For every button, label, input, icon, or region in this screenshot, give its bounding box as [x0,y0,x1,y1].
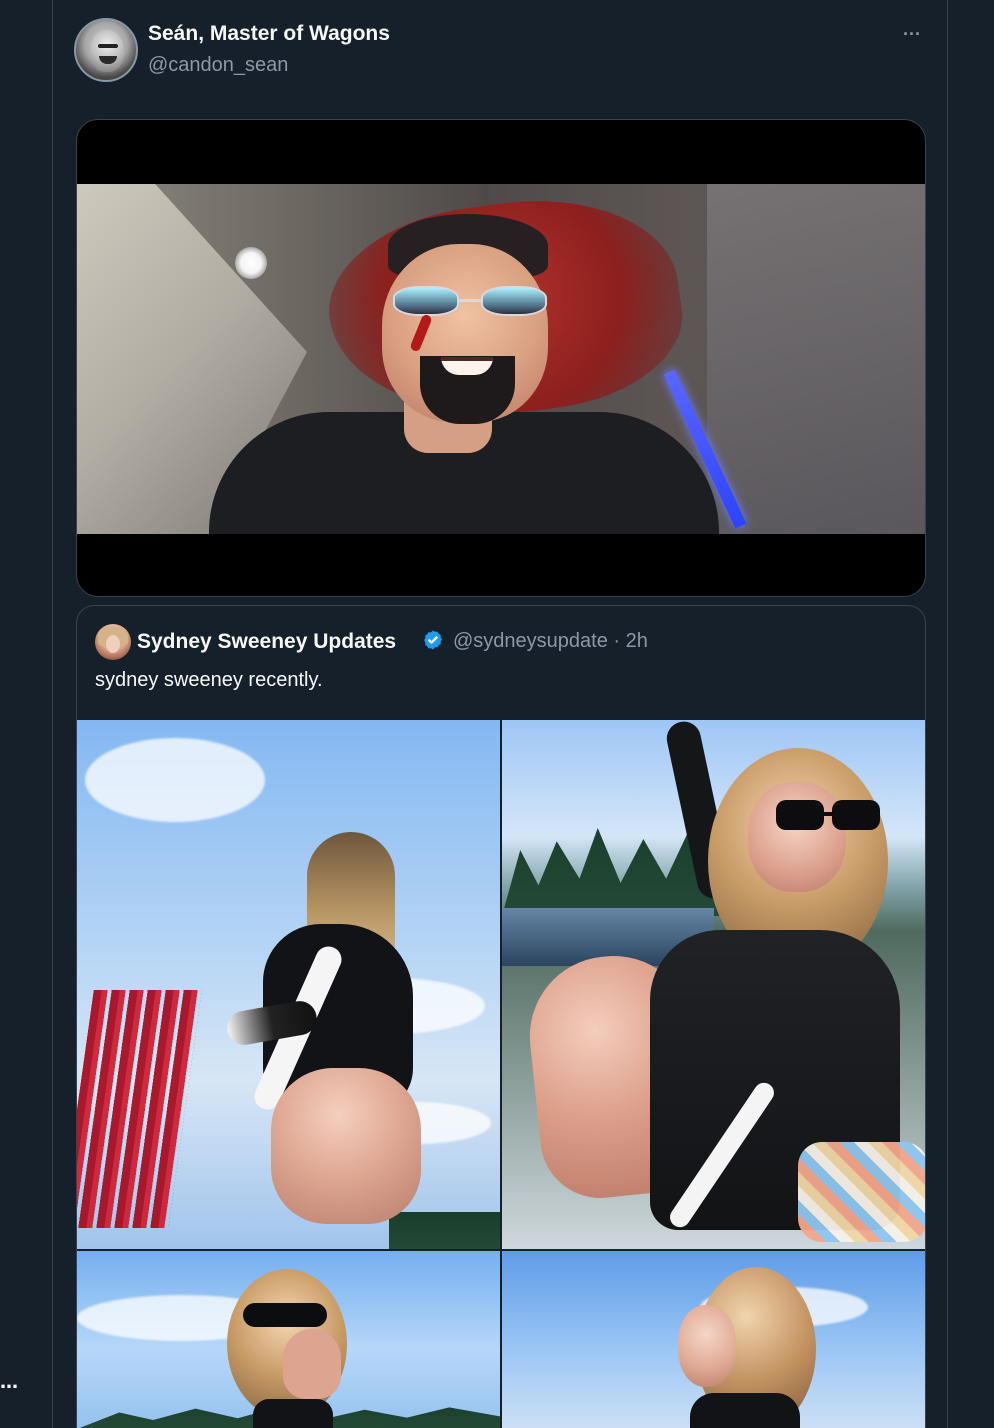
person-photo-icon [670,1267,816,1428]
quoted-tweet-text: sydney sweeney recently. [95,669,323,691]
right-lens [481,286,547,316]
person-photo-icon [227,1269,347,1428]
body-icon [271,1068,421,1224]
video-wall-right [707,184,925,534]
sunglasses-icon [391,286,555,320]
quoted-timestamp[interactable]: 2h [626,630,648,652]
avatar-face-icon [90,30,124,72]
cloud-icon [85,738,265,822]
quoted-meta: @sydneysupdate · 2h [453,630,648,653]
swimsuit-icon [253,1399,333,1428]
verified-badge-icon [424,630,442,650]
author-handle[interactable]: @candon_sean [148,54,288,77]
quoted-tweet-card[interactable]: Sydney Sweeney Updates @sydneysupdate · … [76,605,926,1428]
photo-tile-4[interactable] [502,1251,925,1428]
author-name[interactable]: Seán, Master of Wagons [148,22,390,46]
video-card[interactable] [76,119,926,597]
light-icon [235,247,267,279]
quoted-author-name[interactable]: Sydney Sweeney Updates [137,630,396,654]
sunglasses-icon [243,1303,327,1327]
media-grid[interactable] [77,720,925,1428]
swimsuit-icon [690,1393,800,1428]
face-icon [678,1305,736,1387]
towel-icon [798,1142,925,1242]
meta-separator: · [613,630,626,652]
avatar-eyes-icon [98,44,118,48]
photo-tile-2[interactable] [502,720,925,1249]
rope-icon [77,990,202,1228]
hand-icon [283,1329,341,1399]
right-lens [832,800,880,830]
photo-tile-1[interactable] [77,720,500,1249]
author-avatar[interactable] [74,18,138,82]
page: … Seán, Master of Wagons @candon_sean ··… [0,0,994,1428]
glasses-bridge [458,299,482,302]
person-front-icon [521,720,925,1249]
face-icon [748,782,846,892]
left-lens [776,800,824,830]
left-lens [393,286,459,316]
video-frame [77,184,925,534]
quoted-author-handle[interactable]: @sydneysupdate [453,630,608,652]
more-options-button[interactable]: ··· [898,22,926,46]
person-back-icon [224,832,425,1249]
sunglasses-icon [776,800,886,834]
photo-tile-3[interactable] [77,1251,500,1428]
quoted-author-avatar[interactable] [95,624,131,660]
left-more-label[interactable]: … [0,1372,18,1393]
